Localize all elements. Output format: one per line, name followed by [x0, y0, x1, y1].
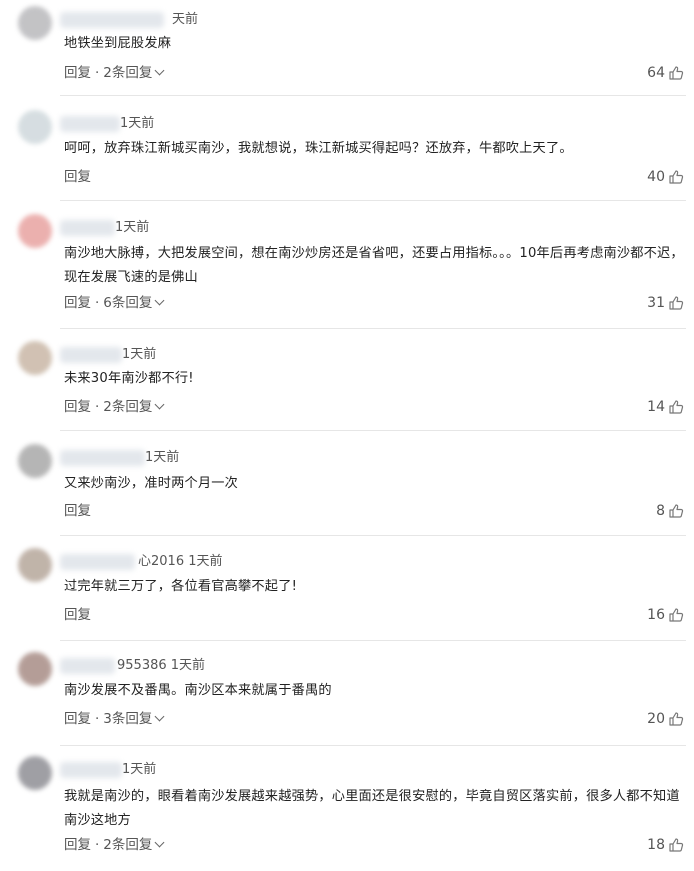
comment-text: 地铁坐到屁股发麻 — [64, 36, 172, 51]
chevron-down-icon — [154, 837, 165, 848]
avatar[interactable] — [18, 756, 52, 790]
avatar[interactable] — [18, 214, 52, 248]
username-redacted — [60, 554, 135, 570]
separator-dot: · — [95, 65, 100, 81]
comment-text: 南沙地大脉搏，大把发展空间，想在南沙炒房还是省省吧，还要占用指标。。。10年后再… — [64, 246, 684, 285]
username-redacted — [60, 116, 120, 132]
comment-text: 又来炒南沙，准时两个月一次 — [64, 476, 239, 491]
avatar[interactable] — [18, 444, 52, 478]
comment-time: 1天前 — [122, 762, 157, 777]
like-button[interactable]: 64 — [604, 64, 684, 82]
comment-time: 1天前 — [120, 116, 155, 131]
like-count: 64 — [647, 65, 665, 81]
separator-dot: · — [95, 711, 100, 727]
reply-button[interactable]: 回复 — [64, 837, 91, 853]
like-button[interactable]: 20 — [604, 710, 684, 728]
comment-actions: 回复 · 3条回复 — [64, 710, 165, 728]
avatar[interactable] — [18, 652, 52, 686]
comment-time: 955386 1天前 — [117, 658, 206, 673]
like-button[interactable]: 16 — [604, 606, 684, 624]
thumbs-up-icon — [668, 65, 684, 81]
reply-button[interactable]: 回复 — [64, 503, 91, 519]
comment-text: 呵呵，放弃珠江新城买南沙，我就想说，珠江新城买得起吗？还放弃，牛都吹上天了。 — [64, 141, 573, 156]
comment-actions: 回复 · 6条回复 — [64, 294, 165, 312]
reply-button[interactable]: 回复 — [64, 65, 91, 81]
username-redacted — [60, 347, 122, 363]
avatar[interactable] — [18, 341, 52, 375]
comment-text: 未来30年南沙都不行! — [64, 371, 194, 386]
username-redacted — [60, 658, 115, 674]
like-button[interactable]: 40 — [604, 168, 684, 186]
like-button[interactable]: 14 — [604, 398, 684, 416]
separator-dot: · — [95, 295, 100, 311]
comment-actions: 回复 · 2条回复 — [64, 64, 165, 82]
like-count: 40 — [647, 169, 665, 185]
username-redacted — [60, 762, 122, 778]
comment-divider — [60, 430, 686, 431]
avatar[interactable] — [18, 548, 52, 582]
view-replies-button[interactable]: 2条回复 — [103, 65, 165, 81]
thumbs-up-icon — [668, 295, 684, 311]
comment-divider — [60, 200, 686, 201]
thumbs-up-icon — [668, 399, 684, 415]
avatar[interactable] — [18, 6, 52, 40]
comment-time: 天前 — [172, 12, 199, 27]
like-count: 31 — [647, 295, 665, 311]
comment-actions: 回复 — [64, 606, 91, 624]
separator-dot: · — [95, 837, 100, 853]
view-replies-button[interactable]: 6条回复 — [103, 295, 165, 311]
like-button[interactable]: 8 — [604, 502, 684, 520]
reply-button[interactable]: 回复 — [64, 711, 91, 727]
username-redacted — [60, 12, 164, 28]
reply-button[interactable]: 回复 — [64, 169, 91, 185]
reply-count: 2条回复 — [103, 399, 153, 415]
comment-actions: 回复 · 2条回复 — [64, 836, 165, 854]
comment-time: 心2016 1天前 — [138, 554, 223, 569]
thumbs-up-icon — [668, 837, 684, 853]
comment-time: 1天前 — [115, 220, 150, 235]
comment-text: 南沙发展不及番禺。南沙区本来就属于番禺的 — [64, 683, 332, 698]
reply-count: 2条回复 — [103, 65, 153, 81]
chevron-down-icon — [154, 65, 165, 76]
separator-dot: · — [95, 399, 100, 415]
comment-divider — [60, 640, 686, 641]
like-count: 14 — [647, 399, 665, 415]
like-count: 18 — [647, 837, 665, 853]
chevron-down-icon — [154, 295, 165, 306]
comment-actions: 回复 — [64, 502, 91, 520]
thumbs-up-icon — [668, 607, 684, 623]
like-count: 16 — [647, 607, 665, 623]
username-redacted — [60, 220, 115, 236]
comment-actions: 回复 — [64, 168, 91, 186]
view-replies-button[interactable]: 3条回复 — [103, 711, 165, 727]
chevron-down-icon — [154, 399, 165, 410]
comment-actions: 回复 · 2条回复 — [64, 398, 165, 416]
avatar[interactable] — [18, 110, 52, 144]
reply-count: 2条回复 — [103, 837, 153, 853]
thumbs-up-icon — [668, 503, 684, 519]
thumbs-up-icon — [668, 169, 684, 185]
comment-divider — [60, 95, 686, 96]
like-count: 20 — [647, 711, 665, 727]
like-count: 8 — [656, 503, 665, 519]
comment-divider — [60, 745, 686, 746]
reply-count: 6条回复 — [103, 295, 153, 311]
reply-count: 3条回复 — [103, 711, 153, 727]
view-replies-button[interactable]: 2条回复 — [103, 837, 165, 853]
like-button[interactable]: 31 — [604, 294, 684, 312]
chevron-down-icon — [154, 711, 165, 722]
reply-button[interactable]: 回复 — [64, 295, 91, 311]
comment-divider — [60, 328, 686, 329]
comment-time: 1天前 — [122, 347, 157, 362]
comment-time: 1天前 — [145, 450, 180, 465]
comment-text: 我就是南沙的，眼看着南沙发展越来越强势，心里面还是很安慰的，毕竟自贸区落实前，很… — [64, 789, 680, 828]
like-button[interactable]: 18 — [604, 836, 684, 854]
reply-button[interactable]: 回复 — [64, 399, 91, 415]
comment-divider — [60, 535, 686, 536]
reply-button[interactable]: 回复 — [64, 607, 91, 623]
username-redacted — [60, 450, 145, 466]
comment-text: 过完年就三万了，各位看官高攀不起了! — [64, 579, 298, 594]
thumbs-up-icon — [668, 711, 684, 727]
view-replies-button[interactable]: 2条回复 — [103, 399, 165, 415]
